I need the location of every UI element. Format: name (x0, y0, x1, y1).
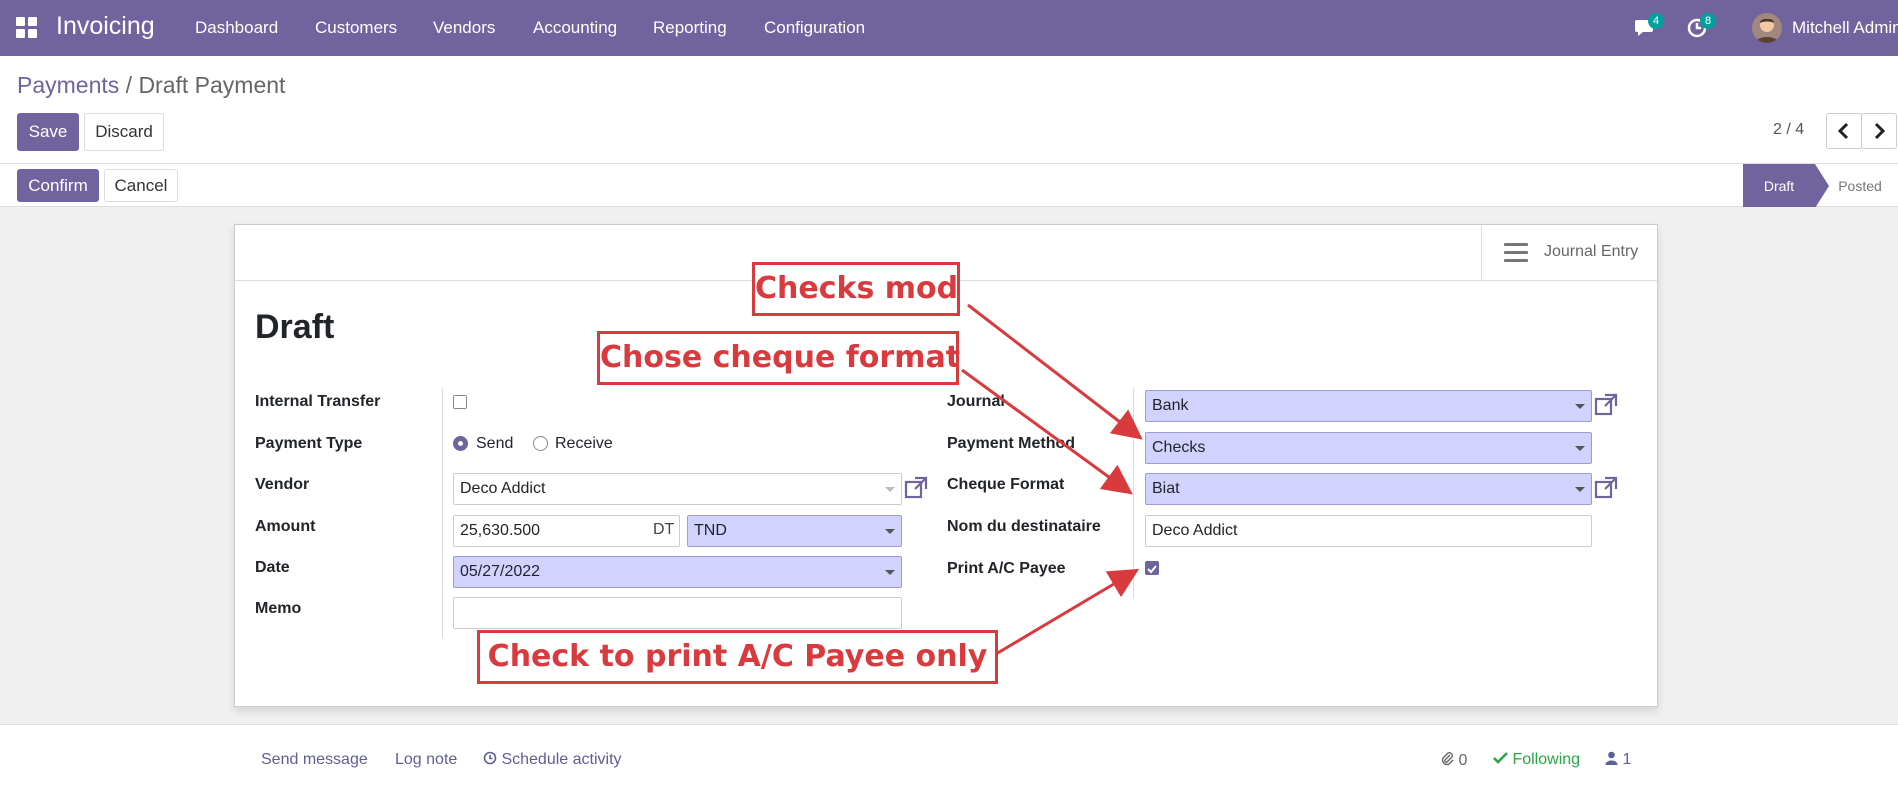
clock-icon (483, 751, 497, 765)
log-note-button[interactable]: Log note (395, 751, 457, 769)
chatter: Send message Log note Schedule activity … (0, 724, 1898, 790)
attachments-button[interactable]: 0 (1440, 751, 1467, 770)
send-message-button[interactable]: Send message (261, 751, 368, 769)
cheque-format-arrow (961, 368, 1133, 495)
user-icon (1605, 751, 1618, 765)
annotation-chose-cheque-format: Chose cheque format (597, 331, 960, 385)
following-button[interactable]: Following (1493, 751, 1580, 769)
schedule-activity-label: Schedule activity (501, 751, 622, 768)
annotation-check-to-print: Check to print A/C Payee only (477, 630, 998, 684)
checks-mod-arrow (967, 303, 1143, 440)
annotation-checks-mod: Checks mod (752, 262, 960, 316)
followers-count: 1 (1622, 751, 1632, 768)
paperclip-icon (1441, 752, 1454, 766)
schedule-activity-button[interactable]: Schedule activity (483, 751, 622, 769)
attachments-count: 0 (1458, 752, 1468, 769)
print-payee-arrow (995, 568, 1140, 656)
followers-button[interactable]: 1 (1605, 751, 1631, 769)
check-icon (1493, 752, 1508, 764)
following-label: Following (1512, 751, 1581, 768)
